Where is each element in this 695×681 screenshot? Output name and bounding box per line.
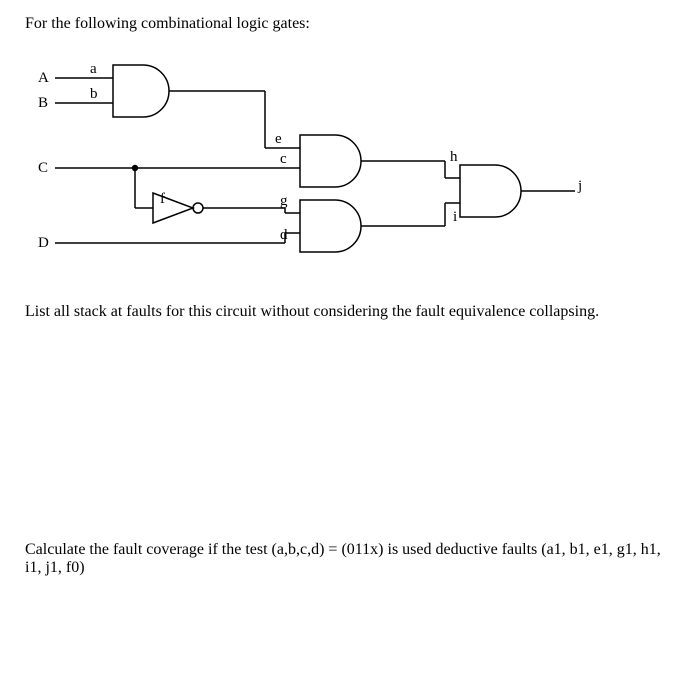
label-a: a: [90, 61, 97, 78]
label-B: B: [38, 95, 48, 112]
label-f: f: [160, 191, 165, 208]
label-h: h: [450, 149, 458, 166]
question-2: Calculate the fault coverage if the test…: [25, 541, 670, 577]
label-A: A: [38, 70, 49, 87]
label-b: b: [90, 86, 98, 103]
label-d: d: [280, 227, 288, 244]
intro-text: For the following combinational logic ga…: [25, 15, 670, 33]
question-1: List all stack at faults for this circui…: [25, 303, 670, 321]
label-i: i: [453, 209, 457, 226]
label-g: g: [280, 193, 288, 210]
label-c: c: [280, 151, 287, 168]
circuit-diagram: A B C D a b e c f g d h i j: [35, 53, 635, 273]
label-D: D: [38, 235, 49, 252]
label-e: e: [275, 131, 282, 148]
circuit-svg: [35, 53, 635, 283]
label-C: C: [38, 160, 48, 177]
label-j: j: [578, 178, 582, 195]
